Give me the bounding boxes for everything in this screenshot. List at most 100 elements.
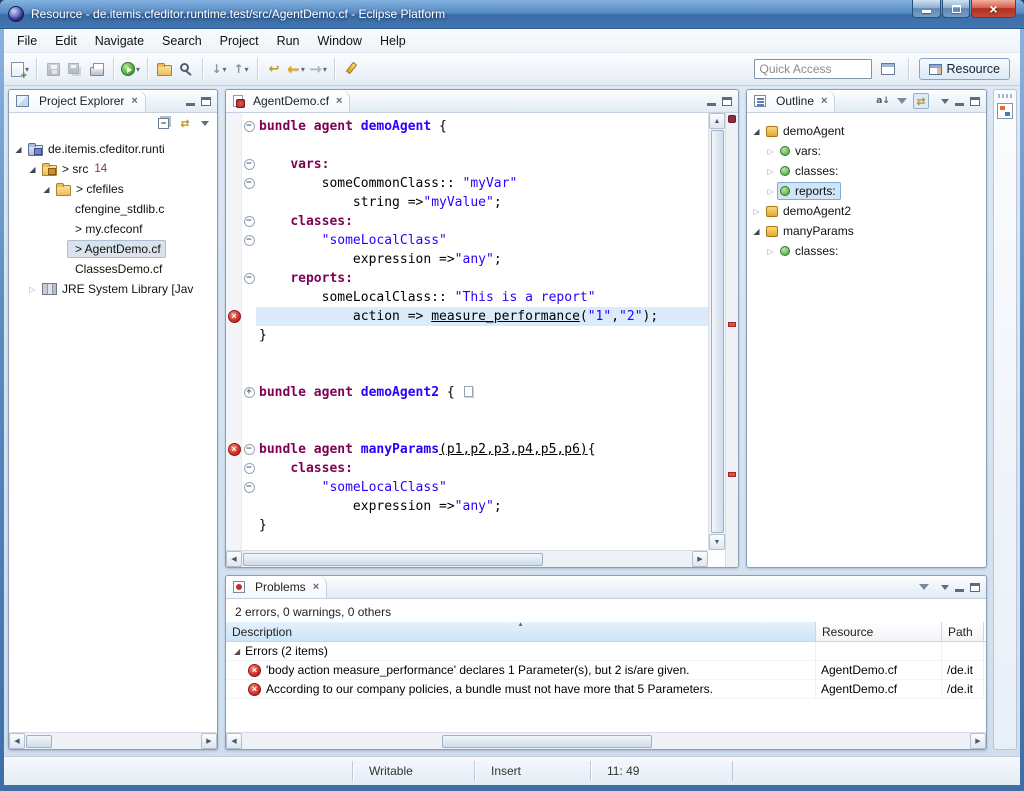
expander-icon[interactable]: ◢ [26, 165, 39, 174]
scroll-left-button[interactable]: ◀ [226, 733, 242, 749]
resource-perspective-button[interactable]: Resource [919, 58, 1011, 80]
filter-icon[interactable] [919, 584, 929, 590]
scroll-up-button[interactable]: ▲ [709, 113, 725, 129]
collapse-all-icon[interactable] [158, 118, 169, 129]
collapse-fold-icon[interactable]: − [244, 216, 255, 227]
menu-edit[interactable]: Edit [46, 31, 86, 51]
dropdown-arrow-icon[interactable]: ▾ [223, 65, 227, 74]
code-line-22[interactable]: } [226, 516, 708, 535]
outline-item-reports[interactable]: ▷reports: [747, 181, 986, 201]
maximize-icon[interactable] [201, 97, 211, 106]
code-line-21[interactable]: expression =>"any"; [226, 497, 708, 516]
expander-icon[interactable]: ◢ [750, 127, 763, 136]
code-line-17[interactable] [226, 421, 708, 440]
close-editor-icon[interactable]: × [336, 96, 342, 107]
code-line-19[interactable]: − classes: [226, 459, 708, 478]
code-line-4[interactable]: − someCommonClass:: "myVar" [226, 174, 708, 193]
error-overview-marker[interactable] [728, 472, 736, 477]
close-view-icon[interactable]: × [313, 582, 319, 593]
vertical-scrollbar[interactable]: ▲ ▼ [708, 113, 725, 550]
outline-item-classes[interactable]: ▷classes: [747, 241, 986, 261]
outline-item-manyparams[interactable]: ◢manyParams [747, 221, 986, 241]
next-annotation-button[interactable]: ↓▾ [209, 58, 229, 80]
menu-window[interactable]: Window [309, 31, 371, 51]
code-line-2[interactable] [226, 136, 708, 155]
link-with-editor-icon[interactable]: ⇄ [177, 115, 193, 131]
open-folder-button[interactable] [154, 58, 174, 80]
error-marker-icon[interactable]: × [228, 443, 241, 456]
back-button[interactable]: ←▾ [286, 58, 306, 80]
scroll-right-button[interactable]: ▶ [970, 733, 986, 749]
expander-icon[interactable]: ◢ [12, 145, 25, 154]
code-line-6[interactable]: − classes: [226, 212, 708, 231]
code-line-15[interactable]: +bundle agent demoAgent2 { [226, 383, 708, 402]
outline-item-classes[interactable]: ▷classes: [747, 161, 986, 181]
column-header-path[interactable]: Path [942, 622, 984, 641]
minimize-icon[interactable] [955, 103, 964, 106]
scrollbar-thumb[interactable] [442, 735, 652, 748]
maximize-icon[interactable] [970, 583, 980, 592]
menu-help[interactable]: Help [371, 31, 415, 51]
expander-icon[interactable]: ▷ [764, 187, 777, 196]
outline-item-demoagent2[interactable]: ▷demoAgent2 [747, 201, 986, 221]
scrollbar-thumb[interactable] [26, 735, 52, 748]
explorer-item-my-cfeconf[interactable]: > my.cfeconf [9, 219, 217, 239]
expand-fold-icon[interactable]: + [244, 387, 255, 398]
code-area[interactable]: −bundle agent demoAgent {− vars:− someCo… [226, 113, 708, 550]
scrollbar-thumb[interactable] [243, 553, 543, 566]
collapse-fold-icon[interactable]: − [244, 273, 255, 284]
error-overview-marker[interactable] [728, 322, 736, 327]
explorer-item-src[interactable]: ◢> src14 [9, 159, 217, 179]
outline-item-vars[interactable]: ▷vars: [747, 141, 986, 161]
minimize-icon[interactable] [707, 103, 716, 106]
expander-icon[interactable]: ▷ [26, 285, 39, 294]
menu-project[interactable]: Project [211, 31, 268, 51]
run-external-tools-button[interactable]: ▾ [120, 58, 141, 80]
minimize-button[interactable] [912, 0, 941, 18]
close-view-icon[interactable]: × [131, 96, 137, 107]
problems-group-row[interactable]: ◢Errors (2 items) [226, 642, 986, 661]
link-with-editor-icon[interactable]: ⇄ [913, 93, 929, 109]
code-line-13[interactable] [226, 345, 708, 364]
code-line-9[interactable]: − reports: [226, 269, 708, 288]
print-button[interactable] [87, 58, 107, 80]
minimize-icon[interactable] [955, 589, 964, 592]
drag-handle[interactable] [998, 94, 1012, 98]
close-button[interactable]: × [971, 0, 1016, 18]
maximize-button[interactable] [942, 0, 970, 18]
problem-row[interactable]: ×According to our company policies, a bu… [226, 680, 986, 699]
column-header-description[interactable]: Description▴ [226, 622, 816, 641]
code-line-1[interactable]: −bundle agent demoAgent { [226, 117, 708, 136]
last-edit-location-button[interactable]: ↩ [264, 58, 284, 80]
scroll-left-button[interactable]: ◀ [226, 551, 242, 567]
code-line-8[interactable]: expression =>"any"; [226, 250, 708, 269]
expander-icon[interactable]: ◢ [750, 227, 763, 236]
explorer-item-cfengine-stdlib-c[interactable]: cfengine_stdlib.c [9, 199, 217, 219]
project-explorer-tab[interactable]: Project Explorer × [9, 90, 146, 112]
code-line-20[interactable]: − "someLocalClass" [226, 478, 708, 497]
mark-occurrences-button[interactable] [341, 58, 361, 80]
code-line-11[interactable]: × action => measure_performance("1","2")… [226, 307, 708, 326]
filter-icon[interactable] [897, 98, 907, 104]
error-marker-icon[interactable]: × [228, 310, 241, 323]
new-wizard-button[interactable]: ▾ [10, 58, 30, 80]
expander-icon[interactable]: ▷ [764, 247, 777, 256]
horizontal-scrollbar[interactable]: ◀ ▶ [9, 732, 217, 749]
collapse-fold-icon[interactable]: − [244, 444, 255, 455]
dropdown-arrow-icon[interactable]: ▾ [245, 65, 249, 74]
explorer-item-de-itemis-cfeditor-runti[interactable]: ◢de.itemis.cfeditor.runti [9, 139, 217, 159]
expander-icon[interactable]: ◢ [40, 185, 53, 194]
code-line-12[interactable]: } [226, 326, 708, 345]
code-line-7[interactable]: − "someLocalClass" [226, 231, 708, 250]
expander-icon[interactable]: ▷ [764, 167, 777, 176]
scrollbar-thumb[interactable] [711, 130, 724, 533]
close-view-icon[interactable]: × [821, 96, 827, 107]
menu-navigate[interactable]: Navigate [86, 31, 153, 51]
code-line-16[interactable] [226, 402, 708, 421]
horizontal-scrollbar[interactable]: ◀ ▶ [226, 550, 708, 567]
explorer-item-jre-system-library-jav[interactable]: ▷JRE System Library [Jav [9, 279, 217, 299]
explorer-item-cfefiles[interactable]: ◢> cfefiles [9, 179, 217, 199]
previous-annotation-button[interactable]: ↑▾ [231, 58, 251, 80]
menu-run[interactable]: Run [268, 31, 309, 51]
minimized-palette-view-icon[interactable] [997, 103, 1013, 119]
